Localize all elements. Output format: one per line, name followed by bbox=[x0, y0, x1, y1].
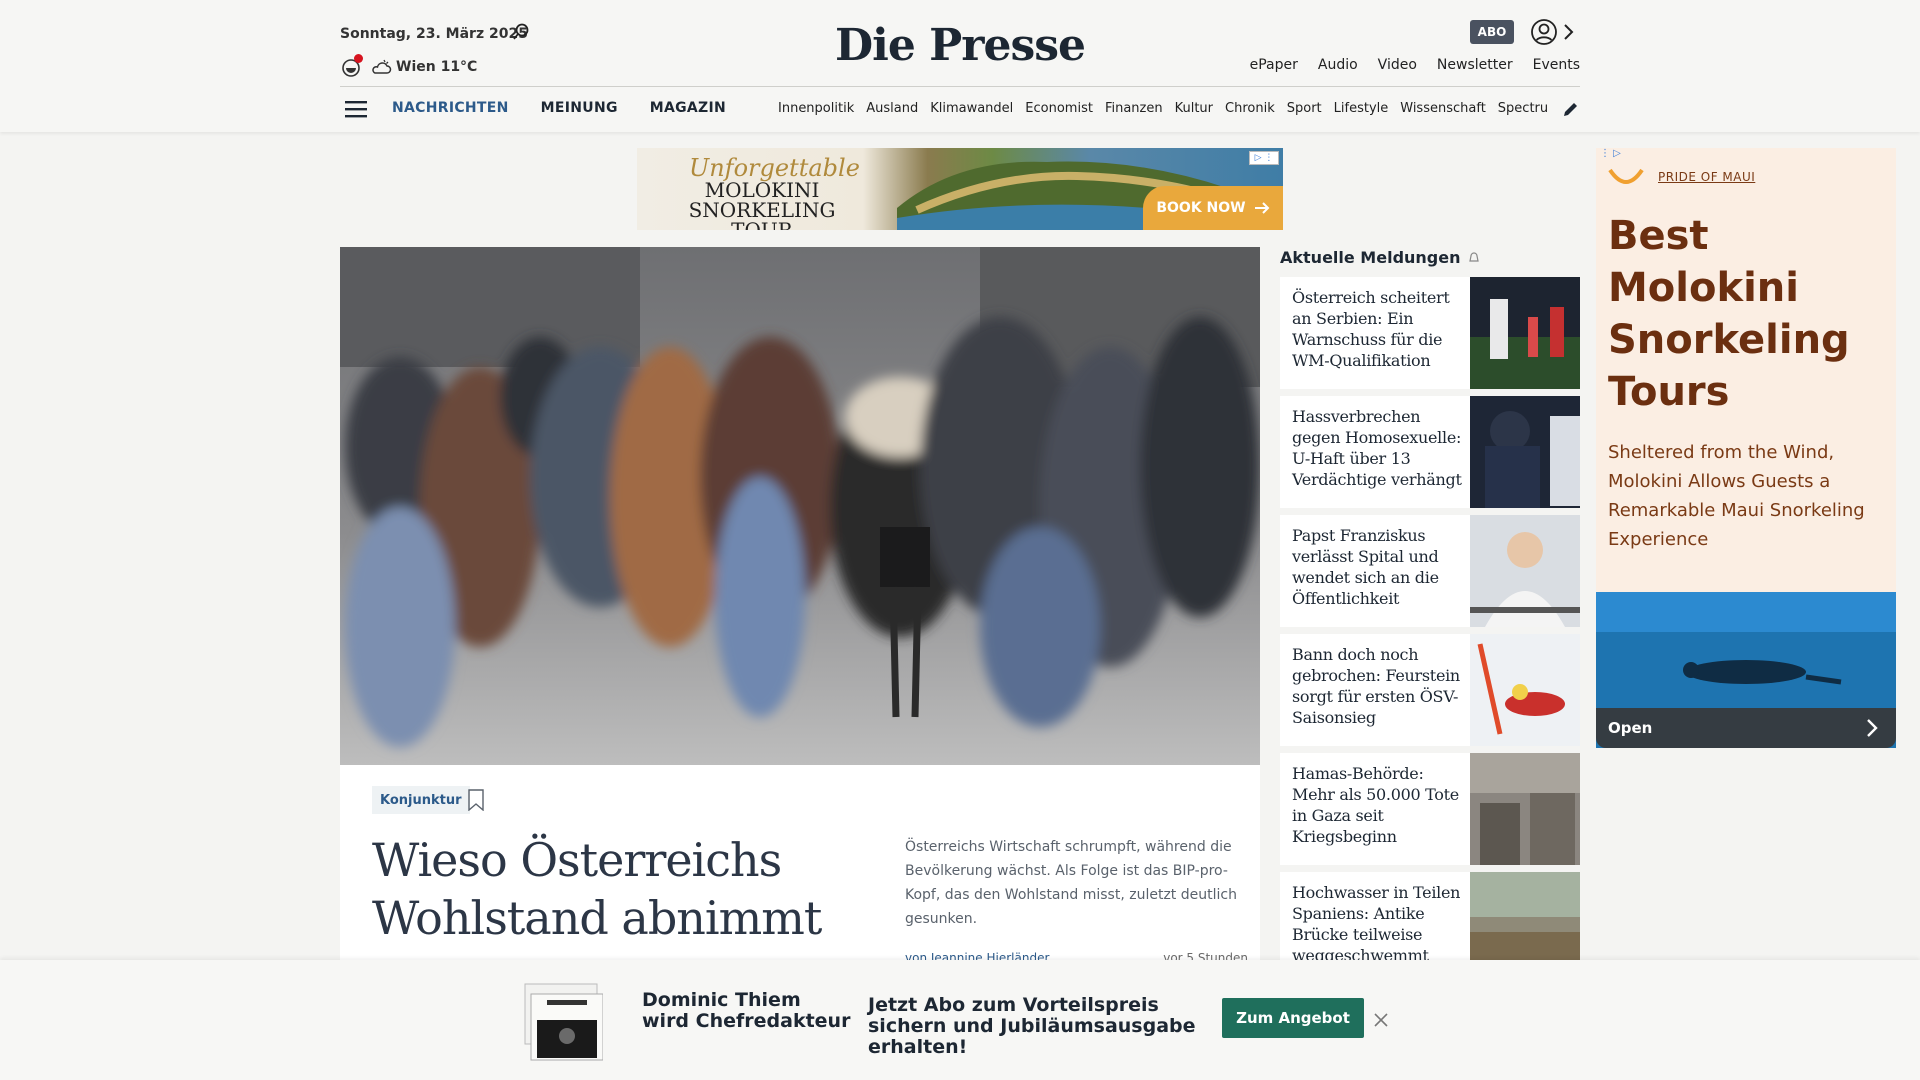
hamburger-menu-icon[interactable] bbox=[345, 100, 367, 118]
bell-icon bbox=[1468, 251, 1479, 262]
news-thumbnail bbox=[1470, 515, 1580, 627]
close-icon[interactable] bbox=[1373, 1012, 1389, 1028]
subscription-banner: Dominic Thiem wird Chefredakteur Jetzt A… bbox=[0, 960, 1920, 1080]
subnav-economist[interactable]: Economist bbox=[1025, 101, 1093, 121]
subnav-chronik[interactable]: Chronik bbox=[1225, 101, 1275, 121]
news-item[interactable]: Bann doch noch gebrochen: Feurstein sorg… bbox=[1280, 634, 1580, 746]
ad-headline: Best Molokini Snorkeling Tours bbox=[1608, 213, 1850, 415]
abo-button[interactable]: ABO bbox=[1470, 20, 1514, 44]
news-item[interactable]: Hamas-Behörde: Mehr als 50.000 Tote in G… bbox=[1280, 753, 1580, 865]
chevron-right-icon bbox=[1867, 719, 1878, 737]
header-divider bbox=[340, 86, 1580, 87]
newspaper-stack-image bbox=[524, 983, 603, 1061]
link-audio[interactable]: Audio bbox=[1318, 57, 1358, 73]
adchoices-icon[interactable]: ▷ ⋮ bbox=[1249, 151, 1279, 165]
ad-title: MOLOKINI SNORKELING TOUR bbox=[688, 178, 836, 230]
link-epaper[interactable]: ePaper bbox=[1250, 57, 1298, 73]
news-thumbnail bbox=[1470, 753, 1580, 865]
news-item[interactable]: Österreich scheitert an Serbien: Ein War… bbox=[1280, 277, 1580, 389]
subnav-wissenschaft[interactable]: Wissenschaft bbox=[1400, 101, 1486, 121]
nav-nachrichten[interactable]: NACHRICHTEN bbox=[392, 100, 509, 116]
link-video[interactable]: Video bbox=[1378, 57, 1417, 73]
hero-headline[interactable]: Wieso Österreichs Wohlstand abnimmt bbox=[372, 831, 872, 947]
news-item-title: Hassverbrechen gegen Homosexuelle: U-Haf… bbox=[1292, 407, 1462, 489]
hero-article-card[interactable]: Konjunktur Wieso Österreichs Wohlstand a… bbox=[340, 765, 1260, 965]
news-list: Österreich scheitert an Serbien: Ein War… bbox=[1280, 277, 1580, 991]
subnav-sport[interactable]: Sport bbox=[1287, 101, 1322, 121]
news-item-title: Österreich scheitert an Serbien: Ein War… bbox=[1292, 288, 1450, 370]
hero-teaser: Österreichs Wirtschaft schrumpft, währen… bbox=[905, 839, 1237, 927]
news-item-title: Bann doch noch gebrochen: Feurstein sorg… bbox=[1292, 645, 1460, 727]
subnav-finanzen[interactable]: Finanzen bbox=[1105, 101, 1163, 121]
pencil-icon[interactable] bbox=[1562, 100, 1580, 118]
book-now-button[interactable]: BOOK NOW bbox=[1143, 186, 1283, 230]
subnav-lifestyle[interactable]: Lifestyle bbox=[1334, 101, 1389, 121]
news-section-label: Aktuelle Meldungen bbox=[1280, 248, 1461, 267]
subnav-klimawandel[interactable]: Klimawandel bbox=[930, 101, 1013, 121]
sub-nav: Innenpolitik Ausland Klimawandel Economi… bbox=[778, 101, 1548, 121]
subnav-spectrum[interactable]: Spectrum bbox=[1498, 101, 1548, 121]
top-links: ePaper Audio Video Newsletter Events bbox=[1250, 57, 1580, 73]
subnav-innenpolitik[interactable]: Innenpolitik bbox=[778, 101, 854, 121]
ad-brand-link[interactable]: PRIDE OF MAUI bbox=[1658, 170, 1755, 184]
link-newsletter[interactable]: Newsletter bbox=[1437, 57, 1513, 73]
category-tag[interactable]: Konjunktur bbox=[372, 786, 470, 814]
news-item[interactable]: Hassverbrechen gegen Homosexuelle: U-Haf… bbox=[1280, 396, 1580, 508]
crowd-photo bbox=[340, 247, 1260, 765]
main-nav: NACHRICHTEN MEINUNG MAGAZIN bbox=[392, 100, 726, 116]
subnav-kultur[interactable]: Kultur bbox=[1175, 101, 1213, 121]
top-banner-ad[interactable]: Unforgettable MOLOKINI SNORKELING TOUR B… bbox=[637, 148, 1283, 230]
banner-headline: Dominic Thiem wird Chefredakteur bbox=[642, 989, 851, 1032]
banner-offer-text: Jetzt Abo zum Vorteilspreis sichern und … bbox=[868, 994, 1196, 1058]
side-ad[interactable]: ⋮ ▷ PRIDE OF MAUI Best Molokini Snorkeli… bbox=[1596, 148, 1896, 748]
nav-magazin[interactable]: MAGAZIN bbox=[650, 100, 726, 116]
news-thumbnail bbox=[1470, 634, 1580, 746]
link-events[interactable]: Events bbox=[1533, 57, 1580, 73]
nav-meinung[interactable]: MEINUNG bbox=[541, 100, 618, 116]
user-account-icon[interactable] bbox=[1530, 18, 1558, 46]
ad-open-button[interactable]: Open bbox=[1596, 708, 1896, 748]
adchoices-icon[interactable]: ⋮ ▷ bbox=[1600, 148, 1621, 159]
news-item[interactable]: Papst Franziskus verlässt Spital und wen… bbox=[1280, 515, 1580, 627]
hero-image[interactable] bbox=[340, 247, 1260, 765]
news-section-title[interactable]: Aktuelle Meldungen bbox=[1280, 248, 1481, 267]
news-thumbnail bbox=[1470, 277, 1580, 389]
news-item-title: Papst Franziskus verlässt Spital und wen… bbox=[1292, 526, 1439, 608]
bookmark-icon[interactable] bbox=[468, 789, 484, 811]
ad-subtext: Sheltered from the Wind, Molokini Allows… bbox=[1608, 442, 1865, 550]
site-header: Sonntag, 23. März 2025 Wien 11°C Die Pre… bbox=[0, 0, 1920, 132]
news-thumbnail bbox=[1470, 396, 1580, 508]
book-now-label: BOOK NOW bbox=[1156, 200, 1246, 216]
subnav-ausland[interactable]: Ausland bbox=[866, 101, 918, 121]
brand-logo-icon bbox=[1608, 168, 1644, 184]
news-item-title: Hamas-Behörde: Mehr als 50.000 Tote in G… bbox=[1292, 764, 1459, 846]
arrow-right-icon bbox=[1254, 202, 1270, 214]
offer-button[interactable]: Zum Angebot bbox=[1222, 998, 1364, 1038]
chevron-right-icon[interactable] bbox=[1562, 22, 1576, 42]
ad-open-label: Open bbox=[1608, 719, 1653, 737]
